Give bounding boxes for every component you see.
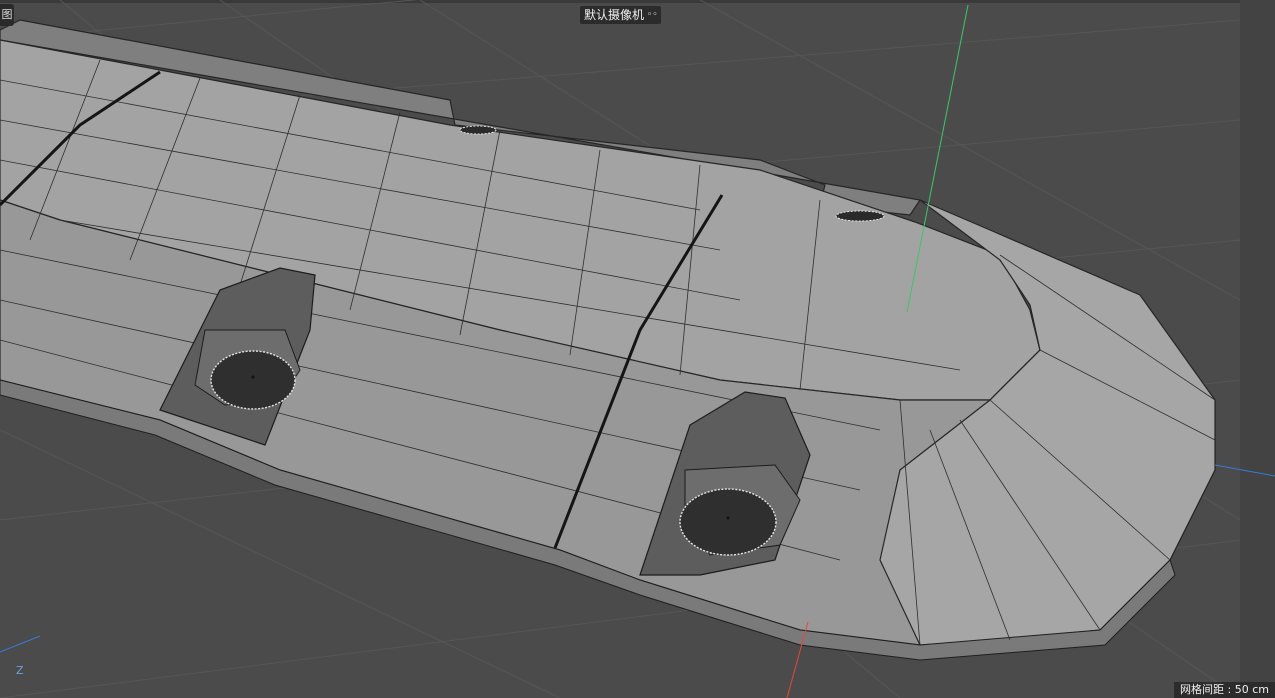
view-menu-tab[interactable]: 图 [0,4,14,26]
grid-spacing-label: 网格间距 : 50 cm [1174,682,1275,698]
3d-viewport[interactable]: 图 默认摄像机 ◦◦ Z 网格间距 : 50 cm [0,0,1275,698]
camera-selector[interactable]: 默认摄像机 ◦◦ [580,6,662,24]
socket-hole-right [679,488,777,556]
back-notch-1 [459,125,497,135]
mesh-model[interactable] [0,19,1216,661]
back-notch-2 [835,210,885,222]
socket-hole-left [210,350,296,410]
camera-name: 默认摄像机 [584,8,645,22]
viewport-scene[interactable] [0,0,1275,698]
camera-icon: ◦◦ [647,10,658,20]
axis-z-line [1214,464,1275,477]
axis-z-label: Z [16,664,24,677]
view-menu-label: 图 [1,8,13,21]
axis-z-line-left [0,635,41,653]
